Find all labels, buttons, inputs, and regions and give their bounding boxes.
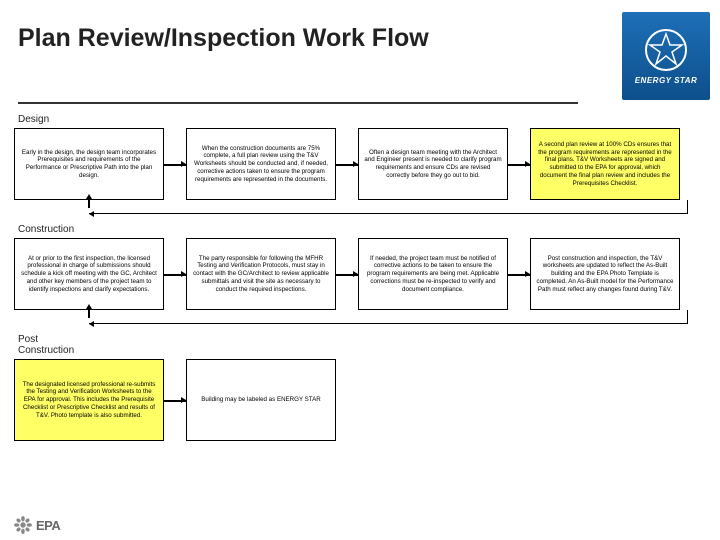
design-row: Early in the design, the design team inc… <box>14 128 706 200</box>
construction-box-1: At or prior to the first inspection, the… <box>14 238 164 310</box>
design-box-3: Often a design team meeting with the Arc… <box>358 128 508 200</box>
section-post: Post Construction <box>18 334 88 356</box>
footer: EPA <box>14 516 60 534</box>
energystar-logo: ENERGY STAR <box>622 12 710 100</box>
construction-box-4: Post construction and inspection, the T&… <box>530 238 680 310</box>
construction-box-3: If needed, the project team must be noti… <box>358 238 508 310</box>
epa-text: EPA <box>36 518 60 533</box>
post-row: The designated licensed professional re-… <box>14 359 706 441</box>
design-box-4: A second plan review at 100% CDs ensures… <box>530 128 680 200</box>
construction-box-2: The party responsible for following the … <box>186 238 336 310</box>
section-construction: Construction <box>18 224 706 235</box>
post-box-2: Building may be labeled as ENERGY STAR <box>186 359 336 441</box>
section-design: Design <box>18 114 706 125</box>
flow-diagram: Design Early in the design, the design t… <box>0 104 720 441</box>
design-box-1: Early in the design, the design team inc… <box>14 128 164 200</box>
star-icon <box>644 28 688 72</box>
post-box-1: The designated licensed professional re-… <box>14 359 164 441</box>
construction-row: At or prior to the first inspection, the… <box>14 238 706 310</box>
epa-logo-icon <box>14 516 32 534</box>
energystar-text: ENERGY STAR <box>635 76 698 85</box>
design-box-2: When the construction documents are 75% … <box>186 128 336 200</box>
page-title: Plan Review/Inspection Work Flow <box>18 18 622 53</box>
